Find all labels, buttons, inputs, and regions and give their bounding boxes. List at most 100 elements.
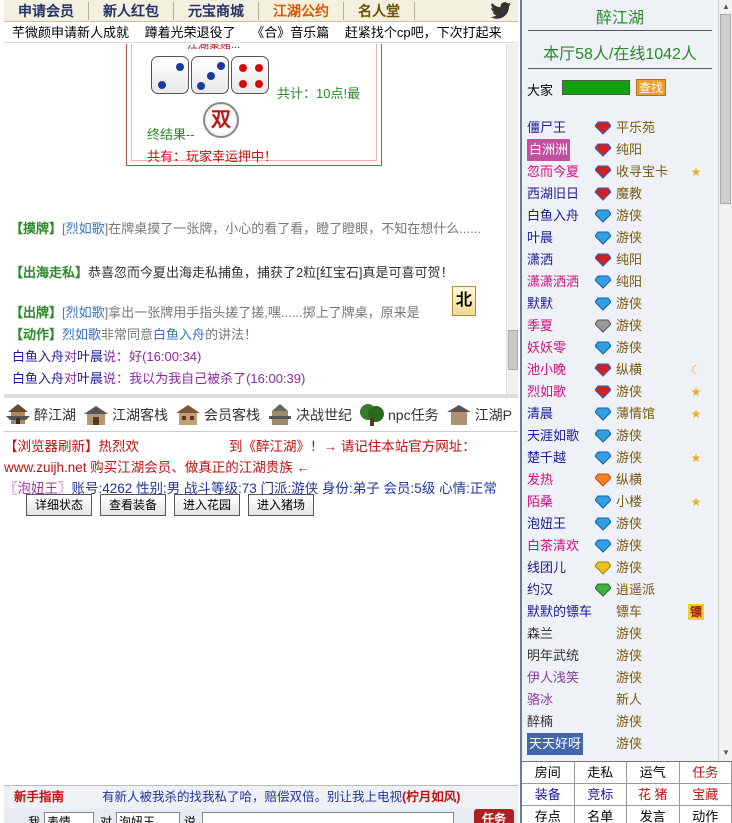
user-row[interactable]: 泡妞王 游侠 [522, 513, 718, 535]
scrollbar-thumb[interactable] [508, 330, 518, 370]
twitter-bird-icon[interactable] [490, 1, 512, 21]
user-name[interactable]: 线团儿 [527, 557, 566, 579]
user-name[interactable]: 僵尸王 [527, 117, 566, 139]
user-row[interactable]: 骆冰 新人 [522, 689, 718, 711]
user-link[interactable]: 忽而今夏 [114, 265, 166, 280]
action-cell[interactable]: 宝藏 [679, 784, 732, 806]
mood-select[interactable]: 表情 [44, 812, 94, 823]
user-row[interactable]: 池小晚 纵横 ☾ [522, 359, 718, 381]
ticker-item[interactable]: 赶紧找个cp吧，下次打起来 [345, 25, 502, 40]
action-cell[interactable]: 走私 [574, 762, 627, 784]
nav-apply-member[interactable]: 申请会员 [4, 1, 89, 20]
user-row[interactable]: 醉楠 游侠 [522, 711, 718, 733]
action-cell[interactable]: 花 猪 [627, 784, 680, 806]
user-name[interactable]: 西湖旧日 [527, 183, 579, 205]
user-row[interactable]: 森兰 游侠 [522, 623, 718, 645]
user-name[interactable]: 森兰 [527, 623, 553, 645]
user-row[interactable]: 白洲洲 纯阳 [522, 139, 718, 161]
action-cell[interactable]: 运气 [627, 762, 680, 784]
user-row[interactable]: 线团儿 游侠 [522, 557, 718, 579]
find-button[interactable]: 查找 [636, 79, 666, 96]
user-row[interactable]: 忽而今夏 收寻宝卡 ★ [522, 161, 718, 183]
action-cell[interactable]: 任务 [679, 762, 732, 784]
user-link[interactable]: 烈如歌 [62, 327, 101, 342]
user-row[interactable]: 发热 纵横 [522, 469, 718, 491]
ticker-item[interactable]: 芊微颜申请新人成就 [12, 25, 129, 40]
shortcut-zuijianghu[interactable]: 醉江湖 [4, 402, 76, 428]
user-link[interactable]: 烈如歌 [66, 221, 105, 236]
chat-scrollbar[interactable] [506, 44, 518, 394]
user-row[interactable]: 天天好呀 游侠 [522, 733, 718, 755]
ticker-item[interactable]: 《合》音乐篇 [251, 25, 329, 40]
action-cell[interactable]: 存点 [522, 806, 575, 823]
nav-gold-shop[interactable]: 元宝商城 [174, 1, 259, 20]
enter-garden-button[interactable]: 进入花园 [174, 494, 241, 516]
scrollbar-thumb[interactable] [720, 14, 731, 204]
user-row[interactable]: 妖妖零 游侠 [522, 337, 718, 359]
action-cell[interactable]: 动作 [679, 806, 732, 823]
nav-rules[interactable]: 江湖公约 [259, 1, 344, 20]
user-list-scrollbar[interactable]: ▲ ▼ [718, 0, 732, 761]
user-row[interactable]: 清晨 薄情馆 ★ [522, 403, 718, 425]
user-name[interactable]: 骆冰 [527, 689, 553, 711]
user-row[interactable]: 烈如歌 游侠 ★ [522, 381, 718, 403]
user-row[interactable]: 季夏 游侠 [522, 315, 718, 337]
user-name[interactable]: 白洲洲 [527, 139, 571, 161]
user-row[interactable]: 叶晨 游侠 [522, 227, 718, 249]
user-link[interactable]: 白鱼入舟 [12, 371, 64, 386]
user-row[interactable]: 陌桑 小楼 ★ [522, 491, 718, 513]
user-name[interactable]: 白茶清欢 [527, 535, 579, 557]
action-cell[interactable]: 装备 [522, 784, 575, 806]
user-row[interactable]: 楚千越 游侠 ★ [522, 447, 718, 469]
user-row[interactable]: 默默 游侠 [522, 293, 718, 315]
user-row[interactable]: 默默的镖车 镖车 镖 [522, 601, 718, 623]
user-name[interactable]: 清晨 [527, 403, 553, 425]
user-name[interactable]: 天涯如歌 [527, 425, 579, 447]
user-name[interactable]: 叶晨 [527, 227, 553, 249]
action-cell[interactable]: 名单 [574, 806, 627, 823]
user-name[interactable]: 醉楠 [527, 711, 553, 733]
shortcut-npc-task[interactable]: npc任务 [358, 402, 439, 428]
shortcut-jianghu-p[interactable]: 江湖P [445, 402, 512, 428]
user-row[interactable]: 白鱼入舟 游侠 [522, 205, 718, 227]
target-all-label[interactable]: 大家 [527, 80, 553, 99]
user-name[interactable]: 白鱼入舟 [527, 205, 579, 227]
user-row[interactable]: 明年武统 游侠 [522, 645, 718, 667]
action-cell[interactable]: 竞标 [574, 784, 627, 806]
nav-newbie-redpack[interactable]: 新人红包 [89, 1, 174, 20]
user-row[interactable]: 白茶清欢 游侠 [522, 535, 718, 557]
guide-label[interactable]: 新手指南 [14, 790, 64, 804]
user-name[interactable]: 陌桑 [527, 491, 553, 513]
user-name[interactable]: 潇洒 [527, 249, 553, 271]
scroll-up-icon[interactable]: ▲ [721, 2, 731, 12]
user-name[interactable]: 伊人浅笑 [527, 667, 579, 689]
user-row[interactable]: 西湖旧日 魔教 [522, 183, 718, 205]
user-row[interactable]: 僵尸王 平乐苑 [522, 117, 718, 139]
search-field[interactable] [562, 80, 630, 95]
user-name[interactable]: 池小晚 [527, 359, 566, 381]
user-name[interactable]: 天天好呀 [527, 733, 584, 755]
user-name[interactable]: 潇潇洒洒 [527, 271, 579, 293]
enter-pigfarm-button[interactable]: 进入猪场 [248, 494, 315, 516]
target-select[interactable]: 泡妞王 [116, 812, 180, 823]
user-row[interactable]: 伊人浅笑 游侠 [522, 667, 718, 689]
details-button[interactable]: 详细状态 [26, 494, 93, 516]
action-cell[interactable]: 发言 [627, 806, 680, 823]
ticker-item[interactable]: 蹲着光荣退役了 [145, 25, 236, 40]
user-name[interactable]: 季夏 [527, 315, 553, 337]
user-name[interactable]: 明年武统 [527, 645, 579, 667]
user-name[interactable]: 泡妞王 [527, 513, 566, 535]
user-name[interactable]: 发热 [527, 469, 553, 491]
user-row[interactable]: 天涯如歌 游侠 [522, 425, 718, 447]
nav-hall-of-fame[interactable]: 名人堂 [344, 1, 415, 20]
site-url-notice[interactable]: www.zuijh.net 购买江湖会员、做真正的江湖贵族 ← [4, 457, 518, 478]
action-cell[interactable]: 房间 [522, 762, 575, 784]
user-link[interactable]: 叶晨 [77, 371, 103, 386]
user-name[interactable]: 忽而今夏 [527, 161, 579, 183]
scroll-down-icon[interactable]: ▼ [721, 748, 731, 758]
view-equipment-button[interactable]: 查看装备 [100, 494, 167, 516]
user-name[interactable]: 默默的镖车 [527, 601, 592, 623]
user-name[interactable]: 默默 [527, 293, 553, 315]
shortcut-inn[interactable]: 江湖客栈 [82, 402, 168, 428]
user-link[interactable]: 白鱼入舟 [12, 349, 64, 364]
